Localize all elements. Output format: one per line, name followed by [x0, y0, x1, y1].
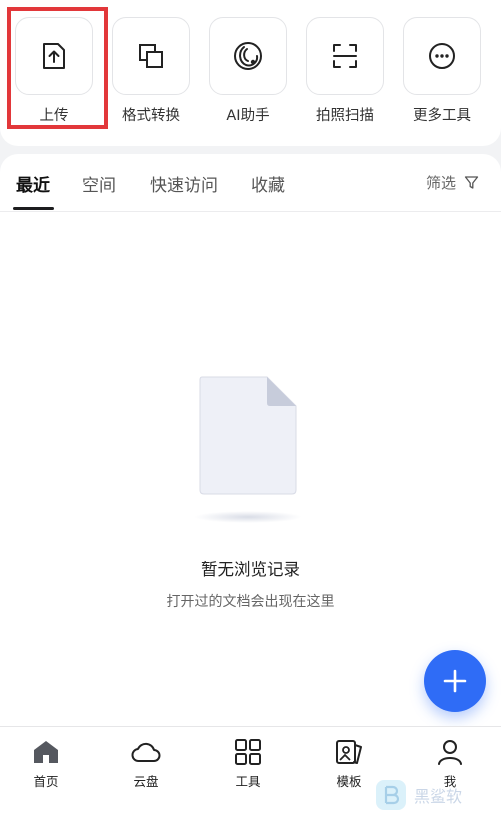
empty-document-shadow [194, 511, 302, 523]
template-icon [336, 740, 362, 764]
ai-assistant-tool-box[interactable] [209, 17, 287, 95]
tools-grid-icon [235, 739, 261, 765]
home-icon [34, 741, 58, 763]
filter-label: 筛选 [425, 174, 456, 192]
watermark-text: 黑鲨软 [414, 787, 463, 806]
empty-state-title: 暂无浏览记录 [201, 560, 300, 579]
filter-button[interactable]: 筛选 [426, 172, 479, 193]
file-tabs: 最近 空间 快速访问 收藏 筛选 [0, 154, 501, 212]
photo-scan-tool[interactable]: 拍照扫描 [306, 17, 384, 127]
ai-assistant-tool[interactable]: AI助手 [209, 17, 287, 127]
nav-item-cloud[interactable]: 云盘 [111, 739, 181, 790]
recent-files-panel: 最近 空间 快速访问 收藏 筛选 暂无浏览记录 打开过的文档会出现在这里 [0, 154, 501, 734]
nav-label-cloud: 云盘 [133, 774, 159, 789]
empty-state-subtitle: 打开过的文档会出现在这里 [166, 594, 335, 610]
empty-document-icon [199, 376, 297, 495]
watermark-logo-icon [376, 780, 406, 810]
more-tools-tool-box[interactable] [403, 17, 481, 95]
tab-favorites[interactable]: 收藏 [251, 171, 285, 196]
more-tools-label: 更多工具 [413, 108, 471, 124]
tab-recent[interactable]: 最近 [16, 171, 50, 196]
nav-item-home[interactable]: 首页 [11, 739, 81, 790]
convert-icon [139, 44, 163, 68]
format-convert-label: 格式转换 [122, 108, 180, 124]
plus-icon [443, 669, 467, 693]
filter-icon [464, 176, 479, 189]
nav-label-tools: 工具 [235, 774, 261, 789]
user-icon [438, 740, 462, 765]
format-convert-tool-box[interactable] [112, 17, 190, 95]
watermark: 黑鲨软 [374, 778, 462, 812]
format-convert-tool[interactable]: 格式转换 [112, 17, 190, 127]
photo-scan-label: 拍照扫描 [316, 108, 374, 124]
add-button[interactable] [424, 650, 486, 712]
nav-item-tools[interactable]: 工具 [213, 739, 283, 790]
more-icon [429, 43, 455, 69]
upload-highlight-box [7, 7, 108, 129]
more-tools-tool[interactable]: 更多工具 [403, 17, 481, 127]
tools-panel: 上传 格式转换 AI助手 拍照扫描 更多工具 [0, 0, 501, 146]
scan-icon [333, 44, 357, 68]
photo-scan-tool-box[interactable] [306, 17, 384, 95]
active-tab-indicator [13, 207, 54, 210]
ai-assistant-icon [234, 42, 262, 70]
cloud-icon [131, 742, 161, 762]
ai-assistant-label: AI助手 [226, 108, 270, 124]
nav-label-templates: 模板 [336, 774, 362, 789]
tab-space[interactable]: 空间 [82, 171, 116, 196]
tab-quick-access[interactable]: 快速访问 [150, 171, 218, 196]
nav-label-home: 首页 [33, 774, 59, 789]
